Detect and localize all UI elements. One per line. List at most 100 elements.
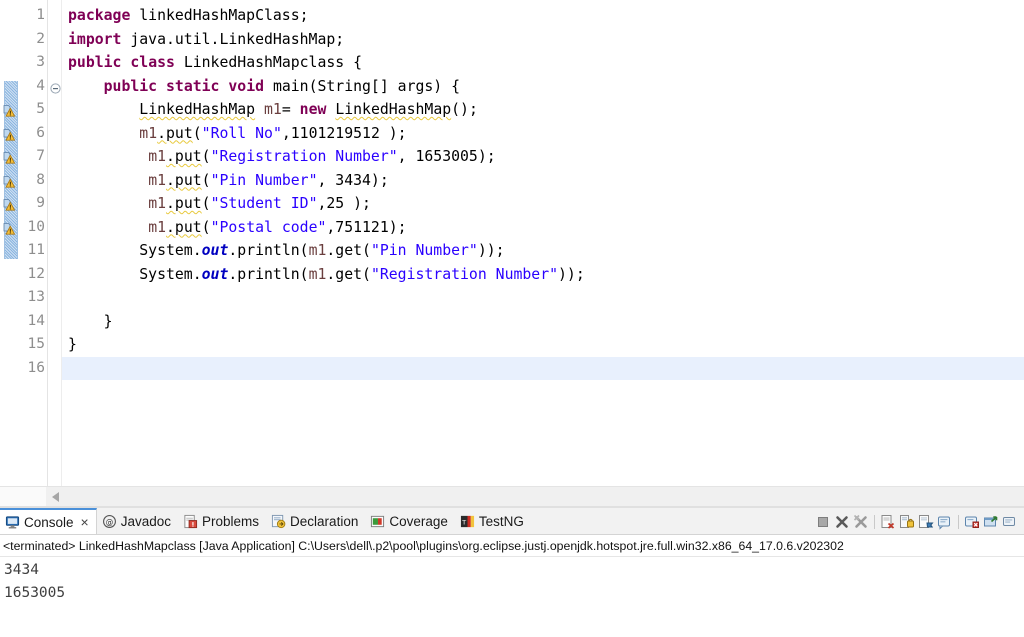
line-number: 13 [27, 289, 45, 305]
new-console-view-icon[interactable] [983, 514, 999, 530]
code-line[interactable]: m1.put("Student ID",25 ); [62, 192, 371, 216]
scroll-left-icon[interactable] [52, 492, 59, 502]
code-token: class [130, 54, 175, 71]
pin-console-icon[interactable] [918, 514, 934, 530]
warning-marker-icon[interactable] [2, 220, 18, 236]
code-line[interactable]: } [62, 333, 77, 357]
code-token: )); [558, 265, 585, 283]
line-number: 8 [36, 171, 45, 188]
code-token: out [201, 265, 229, 283]
coverage-icon [370, 514, 385, 529]
line-number: 10 [27, 218, 45, 235]
fold-collapse-icon[interactable] [50, 81, 61, 94]
terminate-icon[interactable] [815, 514, 831, 530]
code-token: .put [166, 148, 202, 165]
tab-testng[interactable]: T TestNG [455, 508, 531, 534]
editor-body[interactable]: 1 2 3 4 5 6 7 8 9 10 11 12 13 14 15 16 package linkedHa… [0, 0, 1024, 486]
console-output[interactable]: 3434 1653005 [0, 557, 1024, 635]
scroll-lock-icon[interactable] [899, 514, 915, 530]
code-line[interactable]: import java.util.LinkedHashMap; [62, 28, 344, 52]
code-area[interactable]: package linkedHashMapClass; import java.u… [62, 0, 1024, 486]
code-token: linkedHashMapClass; [130, 7, 309, 24]
tab-declaration[interactable]: Declaration [266, 508, 365, 534]
code-token: m1 [139, 124, 158, 142]
code-token: System. [68, 242, 202, 259]
code-token: out [201, 242, 229, 259]
tab-javadoc[interactable]: @ Javadoc [97, 508, 178, 534]
line-number: 7 [36, 148, 45, 164]
remove-launch-icon[interactable] [834, 514, 850, 530]
console-panel: Console × @ Javadoc Problems Declaration Cover… [0, 508, 1024, 637]
code-line[interactable]: LinkedHashMap m1= new LinkedHashMap(); [62, 98, 478, 122]
eclipse-ide-window: 1 2 3 4 5 6 7 8 9 10 11 12 13 14 15 16 package linkedHa… [0, 0, 1024, 637]
code-token: ( [201, 171, 211, 189]
warning-marker-icon[interactable] [2, 126, 18, 142]
code-token: .put [166, 171, 202, 189]
testng-icon: T [460, 514, 475, 529]
warning-marker-icon[interactable] [2, 173, 18, 189]
code-token: , 3434); [317, 171, 389, 189]
scrollbar-track[interactable] [46, 487, 1024, 507]
line-number: 5 [36, 101, 45, 117]
code-line[interactable]: m1.put("Pin Number", 3434); [62, 169, 389, 193]
remove-all-terminated-icon[interactable] [853, 514, 869, 530]
annotation-ruler[interactable] [0, 0, 22, 486]
console-menu-icon[interactable] [1002, 514, 1018, 530]
warning-marker-icon[interactable] [2, 196, 18, 212]
tab-label: Problems [202, 513, 260, 529]
warning-marker-icon[interactable] [2, 149, 18, 165]
declaration-icon [271, 514, 286, 529]
code-line[interactable]: m1.put("Registration Number", 1653005); [62, 145, 495, 169]
tab-problems[interactable]: Problems [178, 508, 266, 534]
close-icon[interactable]: × [81, 515, 89, 529]
code-token: = [281, 101, 300, 118]
code-token: LinkedHashMap [139, 101, 256, 118]
warning-marker-icon[interactable] [2, 102, 18, 118]
editor-horizontal-scrollbar[interactable] [0, 486, 1024, 507]
javadoc-icon: @ [102, 514, 117, 529]
tab-coverage[interactable]: Coverage [365, 508, 455, 534]
code-token: .println( [228, 265, 309, 283]
tab-console[interactable]: Console × [0, 508, 97, 534]
code-line[interactable]: m1.put("Roll No",1101219512 ); [62, 122, 406, 146]
java-editor[interactable]: 1 2 3 4 5 6 7 8 9 10 11 12 13 14 15 16 package linkedHa… [0, 0, 1024, 508]
code-line[interactable]: System.out.println(m1.get("Registration … [62, 263, 585, 287]
code-line[interactable]: package linkedHashMapClass; [62, 4, 309, 28]
open-console-icon[interactable] [964, 514, 980, 530]
tab-label: Javadoc [120, 513, 172, 529]
code-line[interactable]: System.out.println(m1.get("Pin Number"))… [62, 239, 504, 263]
code-token: } [68, 336, 77, 353]
console-tab-bar[interactable]: Console × @ Javadoc Problems Declaration Cover… [0, 508, 1024, 535]
code-line[interactable] [62, 357, 68, 381]
code-line[interactable]: m1.put("Postal code",751121); [62, 216, 407, 240]
line-number-ruler: 1 2 3 4 5 6 7 8 9 10 11 12 13 14 15 16 [22, 0, 48, 486]
code-line[interactable] [62, 286, 68, 310]
code-line[interactable]: public static void main(String[] args) { [62, 75, 460, 99]
code-token: m1 [308, 242, 327, 259]
code-line[interactable]: public class LinkedHashMapclass { [62, 51, 362, 75]
folding-ruler[interactable] [48, 0, 62, 486]
code-token: ,751121); [326, 218, 407, 236]
toolbar-separator [958, 514, 959, 529]
display-selected-console-icon[interactable] [937, 514, 953, 530]
line-number: 11 [27, 242, 45, 258]
code-token: new [299, 101, 327, 118]
code-token: .put [166, 218, 202, 236]
code-token: "Registration Number" [370, 265, 559, 283]
code-token: "Roll No" [201, 124, 282, 142]
clear-console-icon[interactable] [880, 514, 896, 530]
console-toolbar[interactable] [815, 508, 1022, 535]
scrollbar-corner [0, 487, 46, 507]
code-token: void [228, 77, 265, 95]
code-token: m1 [148, 195, 167, 212]
current-line-highlight [62, 356, 1024, 380]
console-output-line: 1653005 [4, 585, 66, 601]
code-token: ( [201, 218, 211, 236]
code-line[interactable]: } [62, 310, 113, 334]
code-token: m1 [148, 171, 167, 189]
